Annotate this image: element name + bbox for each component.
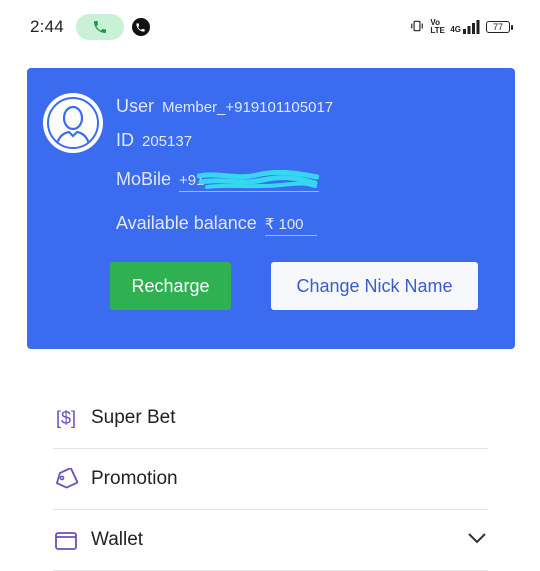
user-row: User Member_+919101105017 — [116, 96, 333, 117]
status-bar: 2:44 Vo LTE 4G 77 — [0, 0, 540, 54]
mobile-value: +91 — [179, 170, 320, 192]
recharge-button[interactable]: Recharge — [110, 262, 231, 310]
balance-row: Available balance ₹ 100 — [116, 213, 317, 236]
signal-4g-icon: 4G — [450, 20, 480, 34]
profile-card: User Member_+919101105017 ID 205137 MoBi… — [27, 68, 515, 349]
user-avatar-icon — [43, 93, 103, 153]
menu-item-label: Promotion — [91, 468, 178, 489]
id-value: 205137 — [142, 133, 193, 150]
network-type-label: 4G — [450, 25, 461, 34]
id-row: ID 205137 — [116, 130, 192, 151]
user-label: User — [116, 96, 155, 116]
menu-item-promotion[interactable]: Promotion — [53, 449, 488, 510]
balance-value: ₹ 100 — [264, 215, 317, 236]
vibrate-icon — [410, 19, 424, 36]
menu-item-label: Super Bet — [91, 407, 176, 428]
balance-label: Available balance — [116, 213, 257, 233]
status-icons: Vo LTE 4G 77 — [410, 18, 513, 36]
dollar-bracket-icon: [$] — [55, 407, 76, 428]
menu-item-label: Wallet — [91, 529, 144, 550]
volte-icon: Vo LTE — [430, 18, 445, 35]
menu-item-super-bet[interactable]: [$] Super Bet — [53, 388, 488, 449]
change-nick-name-button[interactable]: Change Nick Name — [271, 262, 478, 310]
whatsapp-icon — [131, 18, 150, 36]
id-label: ID — [116, 130, 134, 150]
mobile-row: MoBile +91 — [116, 169, 320, 192]
mobile-label: MoBile — [116, 169, 172, 189]
menu-list: [$] Super Bet Promotion Wallet — [53, 388, 488, 571]
user-value: Member_+919101105017 — [162, 99, 334, 116]
tag-icon — [53, 466, 79, 492]
chevron-down-icon[interactable] — [466, 531, 488, 550]
battery-icon: 77 — [486, 21, 513, 33]
menu-item-wallet[interactable]: Wallet — [53, 510, 488, 571]
redaction-scribble — [197, 170, 320, 189]
status-time: 2:44 — [30, 17, 64, 36]
phone-call-icon[interactable] — [75, 14, 124, 40]
wallet-icon — [53, 527, 79, 553]
